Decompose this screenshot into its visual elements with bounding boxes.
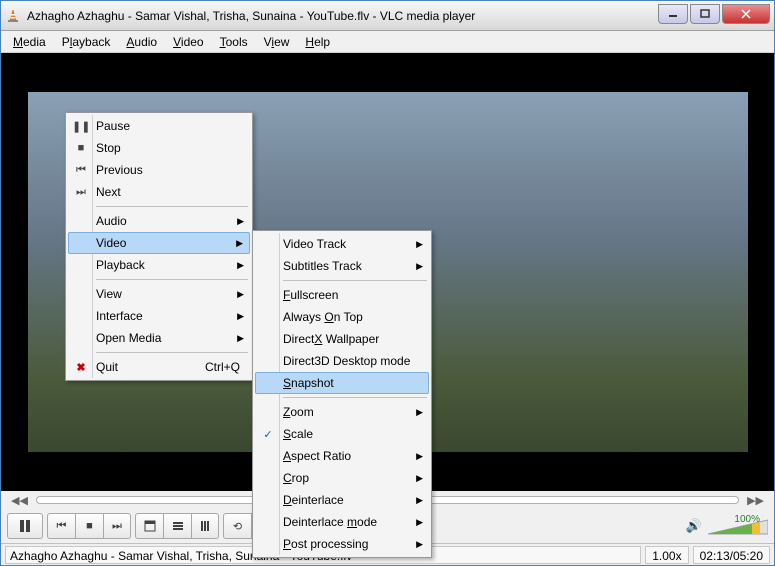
settings-button[interactable] [191,513,219,539]
submenu-arrow-icon: ▶ [416,473,423,484]
status-speed[interactable]: 1.00x [645,546,688,564]
pause-icon: ❚❚ [72,120,90,133]
play-pause-button[interactable] [7,513,43,539]
ctx-open-media[interactable]: Open Media▶ [68,327,250,349]
submenu-arrow-icon: ▶ [416,239,423,250]
ctx-previous[interactable]: ⏮Previous [68,159,250,181]
submenu-arrow-icon: ▶ [237,333,244,344]
close-button[interactable] [722,4,770,24]
window-title: Azhagho Azhaghu - Samar Vishal, Trisha, … [27,9,658,23]
volume-slider[interactable]: 100% [708,516,768,536]
submenu-arrow-icon: ▶ [416,451,423,462]
ctx-crop[interactable]: Crop▶ [255,467,429,489]
loop-button[interactable]: ⟲ [223,513,251,539]
ctx-post-processing[interactable]: Post processing▶ [255,533,429,555]
check-icon: ✓ [259,428,277,441]
submenu-arrow-icon: ▶ [416,261,423,272]
ctx-next[interactable]: ⏭Next [68,181,250,203]
seek-back-icon[interactable]: ◀◀ [11,494,28,507]
ctx-deinterlace-mode[interactable]: Deinterlace mode▶ [255,511,429,533]
ctx-video-track[interactable]: Video Track▶ [255,233,429,255]
titlebar[interactable]: Azhagho Azhaghu - Samar Vishal, Trisha, … [1,1,774,31]
ctx-stop[interactable]: ■Stop [68,137,250,159]
playlist-button[interactable] [163,513,191,539]
ctx-fullscreen[interactable]: Fullscreen [255,284,429,306]
menu-help[interactable]: Help [299,33,336,51]
ctx-zoom[interactable]: Zoom▶ [255,401,429,423]
submenu-arrow-icon: ▶ [237,289,244,300]
prev-button[interactable]: ⏮ [47,513,75,539]
menu-audio[interactable]: Audio [120,33,163,51]
ctx-subtitles-track[interactable]: Subtitles Track▶ [255,255,429,277]
menu-video[interactable]: Video [167,33,209,51]
minimize-button[interactable] [658,4,688,24]
menu-tools[interactable]: Tools [214,33,254,51]
ctx-playback[interactable]: Playback▶ [68,254,250,276]
menubar: Media Playback Audio Video Tools View He… [1,31,774,53]
context-menu-video: Video Track▶ Subtitles Track▶ Fullscreen… [252,230,432,558]
submenu-arrow-icon: ▶ [416,495,423,506]
submenu-arrow-icon: ▶ [416,517,423,528]
submenu-arrow-icon: ▶ [236,238,243,249]
menu-media[interactable]: Media [7,33,52,51]
ctx-aspect-ratio[interactable]: Aspect Ratio▶ [255,445,429,467]
menu-view[interactable]: View [258,33,296,51]
ctx-quit[interactable]: ✖QuitCtrl+Q [68,356,250,378]
window-controls [658,4,770,24]
vlc-window: Azhagho Azhaghu - Samar Vishal, Trisha, … [0,0,775,566]
ctx-scale[interactable]: ✓Scale [255,423,429,445]
vlc-icon [5,8,21,24]
volume-percent: 100% [734,514,760,525]
ctx-view[interactable]: View▶ [68,283,250,305]
submenu-arrow-icon: ▶ [416,539,423,550]
submenu-arrow-icon: ▶ [237,260,244,271]
ctx-video[interactable]: Video▶ [68,232,250,254]
submenu-arrow-icon: ▶ [237,216,244,227]
next-icon: ⏭ [72,186,90,199]
ctx-interface[interactable]: Interface▶ [68,305,250,327]
ctx-snapshot[interactable]: Snapshot [255,372,429,394]
maximize-button[interactable] [690,4,720,24]
menu-playback[interactable]: Playback [56,33,117,51]
stop-icon: ■ [72,142,90,154]
ctx-directx-wallpaper[interactable]: DirectX Wallpaper [255,328,429,350]
context-menu-main: ❚❚Pause ■Stop ⏮Previous ⏭Next Audio▶ Vid… [65,112,253,381]
submenu-arrow-icon: ▶ [237,311,244,322]
fullscreen-button[interactable] [135,513,163,539]
ctx-always-on-top[interactable]: Always On Top [255,306,429,328]
speaker-icon[interactable]: 🔊 [686,518,702,534]
status-time[interactable]: 02:13/05:20 [693,546,770,564]
previous-icon: ⏮ [72,164,90,177]
ctx-audio[interactable]: Audio▶ [68,210,250,232]
stop-button[interactable]: ■ [75,513,103,539]
volume-control: 🔊 100% [686,516,768,536]
quit-icon: ✖ [72,361,90,374]
seek-forward-icon[interactable]: ▶▶ [747,494,764,507]
submenu-arrow-icon: ▶ [416,407,423,418]
ctx-direct3d-desktop[interactable]: Direct3D Desktop mode [255,350,429,372]
ctx-pause[interactable]: ❚❚Pause [68,115,250,137]
ctx-deinterlace[interactable]: Deinterlace▶ [255,489,429,511]
next-button[interactable]: ⏭ [103,513,131,539]
